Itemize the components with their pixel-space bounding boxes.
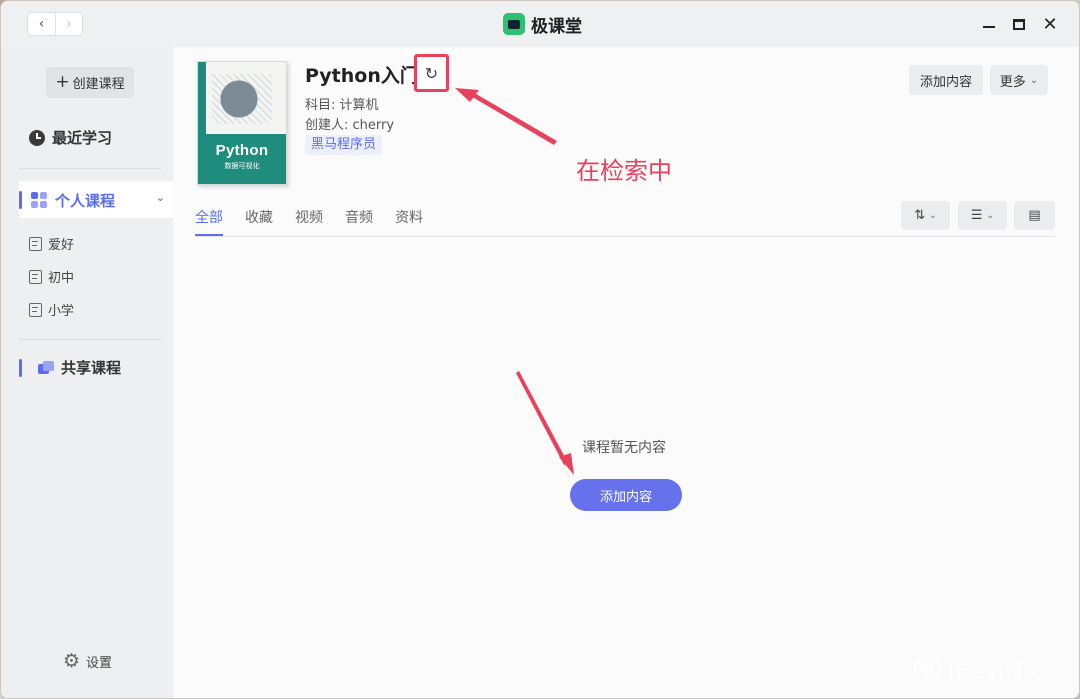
tab-favorites[interactable]: 收藏 bbox=[245, 207, 273, 236]
minimize-button[interactable] bbox=[978, 13, 1000, 35]
annotation-arrowhead-bottom bbox=[559, 453, 574, 475]
sidebar-subitem-primary[interactable]: 小学 bbox=[29, 300, 74, 319]
tab-all[interactable]: 全部 bbox=[195, 207, 223, 236]
create-course-button[interactable]: + 创建课程 bbox=[46, 67, 134, 98]
sort-icon: ⇅ bbox=[914, 208, 926, 223]
document-icon bbox=[29, 302, 42, 317]
sidebar: + 创建课程 最近学习 个人课程 ⌄ 爱好 初中 小学 共享课程 ⚙ 设置 bbox=[1, 47, 173, 698]
settings-button[interactable]: ⚙ 设置 bbox=[63, 650, 113, 672]
clock-icon bbox=[29, 129, 45, 146]
main-content: Python 数据可视化 Python入门 ↻ 科目: 计算机 创建人: che… bbox=[173, 47, 1079, 698]
sidebar-item-label: 共享课程 bbox=[61, 359, 122, 377]
sidebar-subitem-junior-high[interactable]: 初中 bbox=[29, 267, 74, 286]
active-indicator bbox=[19, 191, 22, 209]
sidebar-subitem-label: 小学 bbox=[48, 304, 75, 319]
add-content-primary-button[interactable]: 添加内容 bbox=[570, 479, 682, 511]
watermark: 值 什么值得买 bbox=[913, 656, 1042, 684]
annotation-arrow-bottom bbox=[516, 371, 568, 465]
gear-icon: ⚙ bbox=[63, 650, 81, 672]
maximize-icon bbox=[1013, 18, 1025, 30]
chevron-down-icon: ⌄ bbox=[929, 210, 937, 221]
sidebar-subitem-hobby[interactable]: 爱好 bbox=[29, 234, 74, 253]
view-mode-button[interactable]: ☰ ⌄ bbox=[958, 201, 1007, 230]
list-icon: ☰ bbox=[970, 208, 983, 223]
sidebar-subitem-label: 初中 bbox=[48, 271, 75, 286]
annotation-arrow-top bbox=[469, 91, 557, 145]
sidebar-item-personal[interactable]: 个人课程 ⌄ bbox=[19, 181, 173, 218]
nav-buttons: ‹ › bbox=[27, 12, 83, 36]
shared-icon bbox=[38, 360, 54, 375]
chevron-down-icon: ⌄ bbox=[155, 191, 165, 204]
tab-video[interactable]: 视频 bbox=[295, 207, 323, 236]
title-bar: ‹ › 极课堂 ✕ bbox=[1, 1, 1079, 47]
settings-label: 设置 bbox=[86, 656, 113, 671]
notes-button[interactable]: ▤ bbox=[1014, 201, 1055, 230]
chevron-left-icon: ‹ bbox=[38, 16, 45, 32]
back-button[interactable]: ‹ bbox=[28, 13, 55, 35]
tab-materials[interactable]: 资料 bbox=[395, 207, 423, 236]
app-logo-icon bbox=[503, 13, 525, 35]
chevron-down-icon: ⌄ bbox=[986, 210, 995, 221]
close-icon: ✕ bbox=[1042, 13, 1058, 35]
forward-button[interactable]: › bbox=[54, 13, 82, 35]
sidebar-item-label: 个人课程 bbox=[55, 192, 116, 210]
sidebar-item-label: 最近学习 bbox=[52, 129, 113, 147]
plus-icon: + bbox=[55, 72, 70, 92]
chevron-right-icon: › bbox=[66, 16, 72, 32]
document-icon bbox=[29, 269, 42, 284]
create-course-label: 创建课程 bbox=[72, 77, 125, 92]
empty-state-message: 课程暂无内容 bbox=[582, 440, 666, 456]
app-title: 极课堂 bbox=[503, 11, 582, 37]
sidebar-divider bbox=[19, 168, 161, 169]
minimize-icon bbox=[983, 26, 995, 28]
grid-icon bbox=[31, 192, 47, 208]
sidebar-item-recent[interactable]: 最近学习 bbox=[29, 127, 112, 148]
sidebar-divider bbox=[19, 339, 161, 340]
app-window: ‹ › 极课堂 ✕ + 创建课程 最近学习 个人课程 ⌄ 爱好 初中 小学 共享… bbox=[0, 0, 1080, 699]
note-icon: ▤ bbox=[1028, 208, 1041, 223]
tab-divider bbox=[195, 236, 1055, 237]
watermark-logo: 值 bbox=[913, 656, 941, 684]
sidebar-subitem-label: 爱好 bbox=[48, 238, 75, 253]
document-icon bbox=[29, 236, 42, 251]
section-indicator bbox=[19, 358, 22, 377]
app-title-text: 极课堂 bbox=[531, 16, 582, 37]
content-tabs: 全部 收藏 视频 音频 资料 bbox=[195, 207, 423, 236]
annotation-arrows bbox=[455, 88, 574, 475]
tab-audio[interactable]: 音频 bbox=[345, 207, 373, 236]
watermark-text: 什么值得买 bbox=[947, 660, 1043, 683]
sort-button[interactable]: ⇅ ⌄ bbox=[901, 201, 950, 230]
maximize-button[interactable] bbox=[1008, 13, 1030, 35]
close-button[interactable]: ✕ bbox=[1039, 13, 1061, 35]
sidebar-item-shared[interactable]: 共享课程 bbox=[19, 357, 121, 378]
